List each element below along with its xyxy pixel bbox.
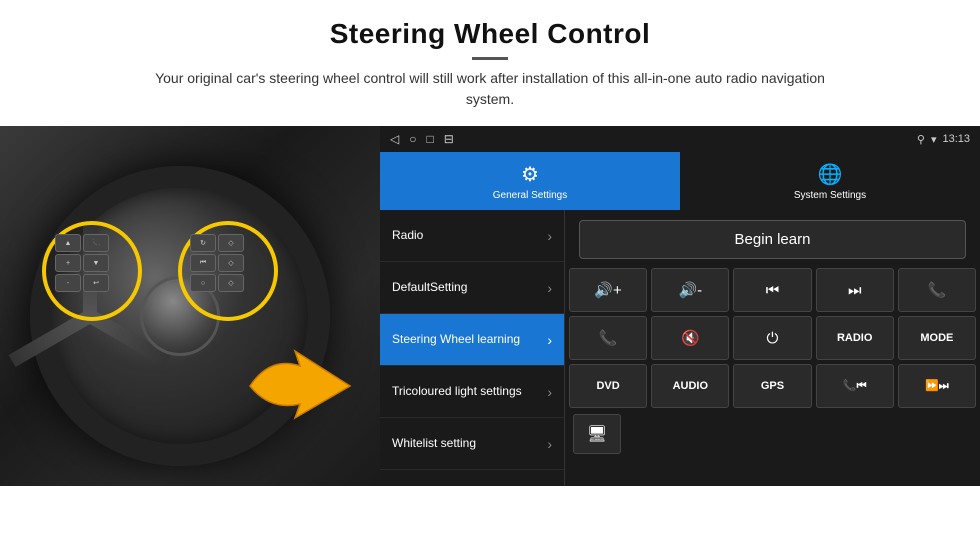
back-icon: ◁ (390, 132, 399, 146)
sw-btn: ↩ (83, 274, 109, 292)
sw-btn: ▲ (55, 234, 81, 252)
sw-btn: - (55, 274, 81, 292)
control-panel: Begin learn 🔊+ 🔊- ⏮ ⏭ 📞 📞 🔇 ⏻ (565, 210, 980, 486)
header: Steering Wheel Control Your original car… (130, 0, 850, 116)
radio-btn[interactable]: RADIO (816, 316, 894, 360)
button-cluster-left: ▲ 📞 + ▼ - ↩ (55, 234, 109, 292)
dvd-btn[interactable]: DVD (569, 364, 647, 408)
controls-row-2: 📞 🔇 ⏻ RADIO MODE (569, 316, 976, 360)
volume-up-btn[interactable]: 🔊+ (569, 268, 647, 312)
mute-btn[interactable]: 🔇 (651, 316, 729, 360)
tab-general-label: General Settings (493, 190, 568, 201)
icon-row: 🖥 (569, 412, 976, 456)
menu-item-swlearning[interactable]: Steering Wheel learning › (380, 314, 564, 366)
recents-icon: □ (426, 132, 433, 146)
menu-swlearning-label: Steering Wheel learning (392, 332, 520, 348)
content-area: ▲ 📞 + ▼ - ↩ ↻ ◇ ⏮ ◇ ○ ◇ (0, 126, 980, 486)
main-content: Radio › DefaultSetting › Steering Wheel … (380, 210, 980, 486)
sw-btn: ⏮ (190, 254, 216, 272)
settings-menu: Radio › DefaultSetting › Steering Wheel … (380, 210, 565, 486)
chevron-right-icon: › (547, 384, 552, 400)
mode-btn[interactable]: MODE (898, 316, 976, 360)
tabs-row: ⚙ General Settings 🌐 System Settings (380, 152, 980, 210)
power-btn[interactable]: ⏻ (733, 316, 811, 360)
sw-btn: ○ (190, 274, 216, 292)
wifi-icon: ▾ (931, 133, 937, 146)
android-ui: ◁ ○ □ ⊟ ⚲ ▾ 13:13 ⚙ General Settings (380, 126, 980, 486)
begin-learn-row: Begin learn (569, 214, 976, 264)
steering-wheel-image: ▲ 📞 + ▼ - ↩ ↻ ◇ ⏮ ◇ ○ ◇ (0, 126, 380, 486)
status-bar-right: ⚲ ▾ 13:13 (917, 133, 970, 146)
menu-item-whitelist[interactable]: Whitelist setting › (380, 418, 564, 470)
controls-row-1: 🔊+ 🔊- ⏮ ⏭ 📞 (569, 268, 976, 312)
phone-btn[interactable]: 📞 (898, 268, 976, 312)
header-description: Your original car's steering wheel contr… (130, 68, 850, 110)
audio-btn[interactable]: AUDIO (651, 364, 729, 408)
header-divider (472, 57, 508, 60)
sw-btn: + (55, 254, 81, 272)
status-bar-left: ◁ ○ □ ⊟ (390, 132, 454, 146)
page-wrapper: Steering Wheel Control Your original car… (0, 0, 980, 545)
menu-item-defaultsetting[interactable]: DefaultSetting › (380, 262, 564, 314)
general-settings-icon: ⚙ (521, 162, 539, 187)
prev-track-btn[interactable]: ⏮ (733, 268, 811, 312)
volume-down-btn[interactable]: 🔊- (651, 268, 729, 312)
menu-item-tricoloured[interactable]: Tricoloured light settings › (380, 366, 564, 418)
gps-btn[interactable]: GPS (733, 364, 811, 408)
location-icon: ⚲ (917, 133, 925, 146)
menu-whitelist-label: Whitelist setting (392, 436, 476, 452)
sw-btn: 📞 (83, 234, 109, 252)
home-icon: ○ (409, 132, 416, 146)
menu-tricoloured-label: Tricoloured light settings (392, 384, 522, 400)
sw-btn: ◇ (218, 274, 244, 292)
menu-default-label: DefaultSetting (392, 280, 467, 296)
next-track-btn[interactable]: ⏭ (816, 268, 894, 312)
sw-btn: ◇ (218, 234, 244, 252)
system-settings-icon: 🌐 (818, 162, 843, 187)
tab-general-settings[interactable]: ⚙ General Settings (380, 152, 680, 210)
page-title: Steering Wheel Control (130, 18, 850, 50)
menu-item-radio[interactable]: Radio › (380, 210, 564, 262)
button-cluster-right: ↻ ◇ ⏮ ◇ ○ ◇ (190, 234, 244, 292)
sw-btn: ↻ (190, 234, 216, 252)
phone-prev-btn[interactable]: 📞⏮ (816, 364, 894, 408)
display-btn[interactable]: 🖥 (573, 414, 621, 454)
controls-row-3: DVD AUDIO GPS 📞⏮ ⏩⏭ (569, 364, 976, 408)
menu-icon: ⊟ (444, 132, 454, 146)
begin-learn-button[interactable]: Begin learn (579, 220, 966, 259)
tab-system-settings[interactable]: 🌐 System Settings (680, 152, 980, 210)
chevron-right-icon: › (547, 436, 552, 452)
arrow-overlay (240, 346, 360, 426)
time-display: 13:13 (942, 133, 970, 145)
menu-radio-label: Radio (392, 228, 423, 244)
ff-btn[interactable]: ⏩⏭ (898, 364, 976, 408)
phone-answer-btn[interactable]: 📞 (569, 316, 647, 360)
tab-system-label: System Settings (794, 190, 866, 201)
chevron-right-icon: › (547, 332, 552, 348)
sw-btn: ◇ (218, 254, 244, 272)
status-bar: ◁ ○ □ ⊟ ⚲ ▾ 13:13 (380, 126, 980, 152)
sw-btn: ▼ (83, 254, 109, 272)
chevron-right-icon: › (547, 228, 552, 244)
chevron-right-icon: › (547, 280, 552, 296)
